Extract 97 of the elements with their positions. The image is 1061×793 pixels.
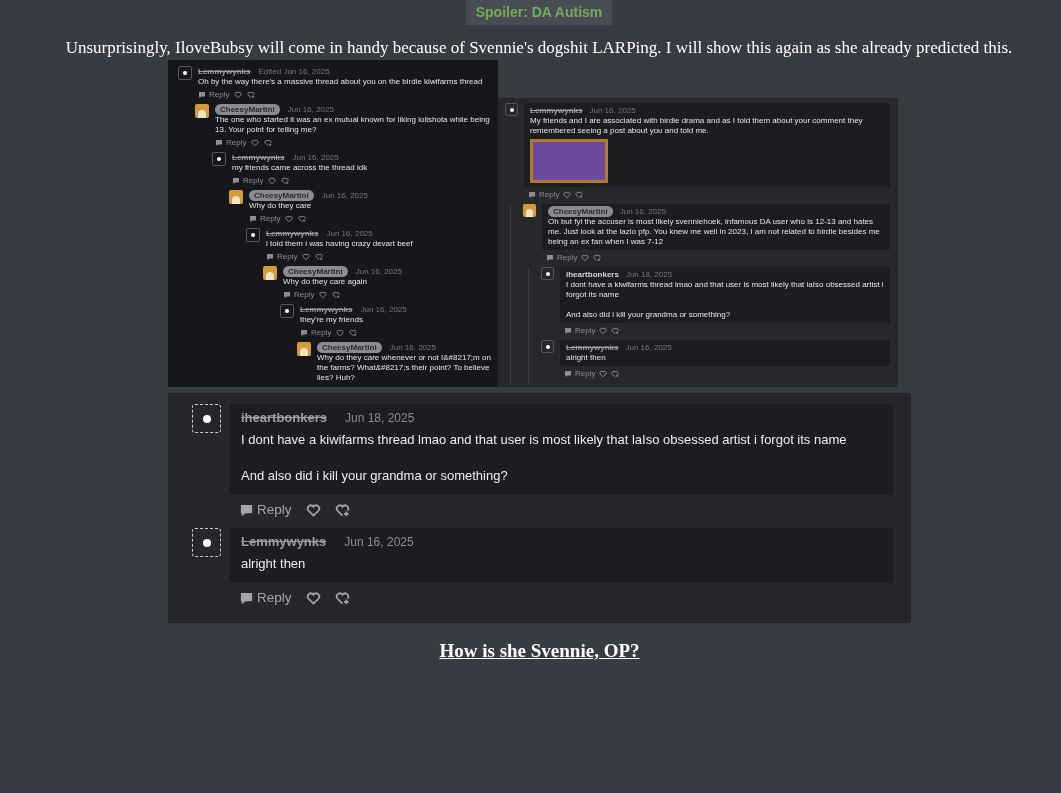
- comment-text: my friends came across the thread idk: [232, 163, 369, 173]
- comment-text: Why do they care whenever or not I&#8217;m on the farms? What&#8217;s their point? To believe lies? Huh?: [317, 353, 492, 383]
- username[interactable]: Lemmywynks: [232, 152, 285, 163]
- username[interactable]: Lemmywynks: [266, 228, 319, 239]
- comment-icon[interactable]: [283, 291, 291, 299]
- comment-date: Jun 16, 2025: [355, 266, 402, 277]
- comment-date: Jun 16, 2025: [625, 342, 672, 353]
- heart-plus-icon[interactable]: [334, 502, 350, 518]
- comment-text: they're my friends: [300, 315, 364, 325]
- heart-icon[interactable]: [302, 253, 311, 261]
- comment-icon[interactable]: [239, 590, 254, 606]
- reply-button[interactable]: Reply: [546, 252, 578, 264]
- comment-text: The one who started it was an ex mutual known for liking lolishota while being 13. Your point for telling me?: [215, 115, 491, 135]
- heart-plus-icon[interactable]: [315, 253, 324, 261]
- reply-button[interactable]: Reply: [232, 175, 264, 187]
- heart-icon[interactable]: [599, 327, 608, 335]
- comment-date: Jun 16, 2025: [292, 152, 339, 163]
- comment-icon[interactable]: [564, 327, 572, 335]
- heart-plus-icon[interactable]: [593, 254, 602, 262]
- heart-icon[interactable]: [319, 291, 328, 299]
- heart-icon[interactable]: [563, 191, 572, 199]
- heart-plus-icon[interactable]: [332, 291, 341, 299]
- heart-plus-icon[interactable]: [264, 139, 273, 147]
- username[interactable]: Lemmywynks: [198, 66, 251, 77]
- comment-date: Jun 18, 2025: [345, 410, 415, 427]
- comment-date: Jun 16, 2025: [287, 104, 334, 115]
- comment-text: Why do they care: [249, 201, 313, 211]
- comment-text: I dont have a kiwifarms thread lmao and that user is most likely that laIso obsessed artist i forgot its name And also did i kill your grandma or something?: [566, 280, 884, 320]
- comment-icon[interactable]: [198, 91, 206, 99]
- reply-button[interactable]: Reply: [198, 89, 230, 101]
- heart-plus-icon[interactable]: [334, 590, 350, 606]
- heart-icon[interactable]: [268, 177, 277, 185]
- comment-text: alright then: [241, 555, 307, 574]
- comment-text: i told them i was having crazy devart beef: [266, 239, 414, 249]
- comment-date: Edited Jun 16, 2025: [258, 66, 330, 77]
- thread-link[interactable]: How is she Svennie, OP?: [439, 636, 640, 665]
- reply-button[interactable]: Reply: [215, 137, 247, 149]
- reply-button[interactable]: Reply: [528, 189, 560, 201]
- heart-icon[interactable]: [234, 91, 243, 99]
- comment-icon[interactable]: [215, 139, 223, 147]
- username[interactable]: CheesyMartini: [317, 342, 382, 353]
- reply-button[interactable]: Reply: [239, 588, 292, 609]
- comment-text: alright then: [566, 353, 607, 363]
- username[interactable]: CheesyMartini: [249, 190, 314, 201]
- username[interactable]: iheartbonkers: [566, 269, 619, 280]
- heart-plus-icon[interactable]: [575, 191, 584, 199]
- comment-date: Jun 16, 2025: [589, 105, 636, 116]
- heart-plus-icon[interactable]: [247, 91, 256, 99]
- username[interactable]: iheartbonkers: [241, 409, 327, 427]
- heart-plus-icon[interactable]: [298, 215, 307, 223]
- spoiler-button[interactable]: Spoiler: DA Autism: [465, 0, 613, 25]
- username[interactable]: Lemmywynks: [300, 304, 353, 315]
- comment-text: Oh but fyi the accuser is most likely svenniehoek, infamous DA user who is 12-13 and hates me. Just look at the lazlo pfp. You knew me well in 2023, I am not related to birdie besides me being an ex fan when I was 7-12: [548, 217, 881, 247]
- comment-date: Jun 16, 2025: [321, 190, 368, 201]
- heart-plus-icon[interactable]: [349, 329, 358, 337]
- comment-date: Jun 16, 2025: [326, 228, 373, 239]
- reply-button[interactable]: Reply: [266, 251, 298, 263]
- username[interactable]: Lemmywynks: [566, 342, 619, 353]
- heart-plus-icon[interactable]: [611, 327, 620, 335]
- username[interactable]: Lemmywynks: [241, 533, 327, 552]
- reply-button[interactable]: Reply: [249, 213, 281, 225]
- heart-plus-icon[interactable]: [281, 177, 290, 185]
- comment-icon[interactable]: [266, 253, 274, 261]
- comment-icon[interactable]: [300, 329, 308, 337]
- username[interactable]: CheesyMartini: [548, 206, 613, 217]
- heart-icon[interactable]: [305, 590, 321, 606]
- reply-button[interactable]: Reply: [239, 500, 292, 521]
- heart-icon[interactable]: [581, 254, 590, 262]
- heart-icon[interactable]: [599, 370, 608, 378]
- comment-date: Jun 16, 2025: [619, 206, 666, 217]
- heart-icon[interactable]: [251, 139, 260, 147]
- comment-icon[interactable]: [239, 502, 254, 518]
- username[interactable]: CheesyMartini: [283, 266, 348, 277]
- comment-icon[interactable]: [546, 254, 554, 262]
- heart-plus-icon[interactable]: [611, 370, 620, 378]
- heart-icon[interactable]: [285, 215, 294, 223]
- comment-date: Jun 16, 2025: [360, 304, 407, 315]
- comment-text: I dont have a kiwifarms thread lmao and that user is most likely that laIso obsessed artist i forgot its name And also did i kill your grandma or something?: [241, 431, 848, 485]
- comment-date: Jun 16, 2025: [389, 342, 436, 353]
- comment-date: Jun 18, 2025: [625, 269, 673, 280]
- username[interactable]: CheesyMartini: [215, 104, 280, 115]
- intro-text: Unsurprisingly, IloveBubsy will come in handy because of Svennie's dogshit LARPing. I will show this again as she already predicted this.: [64, 37, 1014, 59]
- comment-text: Why do they care again: [283, 277, 369, 287]
- comment-icon[interactable]: [249, 215, 257, 223]
- reply-button[interactable]: Reply: [300, 327, 332, 339]
- comment-date: Jun 16, 2025: [344, 534, 414, 552]
- comment-text: My friends and I are associated with birdie drama and as I told them about your comment they remembered seeing a post about you and told me.: [530, 116, 864, 136]
- reply-button[interactable]: Reply: [283, 289, 315, 301]
- comment-text: Oh by the way there's a massive thread about you on the birdie kiwifarms thread: [198, 77, 484, 87]
- comment-icon[interactable]: [232, 177, 240, 185]
- comment-icon[interactable]: [564, 370, 572, 378]
- username[interactable]: Lemmywynks: [530, 105, 583, 116]
- reply-button[interactable]: Reply: [564, 368, 596, 380]
- heart-icon[interactable]: [305, 502, 321, 518]
- reply-button[interactable]: Reply: [564, 325, 596, 337]
- comment-icon[interactable]: [528, 191, 536, 199]
- heart-icon[interactable]: [336, 329, 345, 337]
